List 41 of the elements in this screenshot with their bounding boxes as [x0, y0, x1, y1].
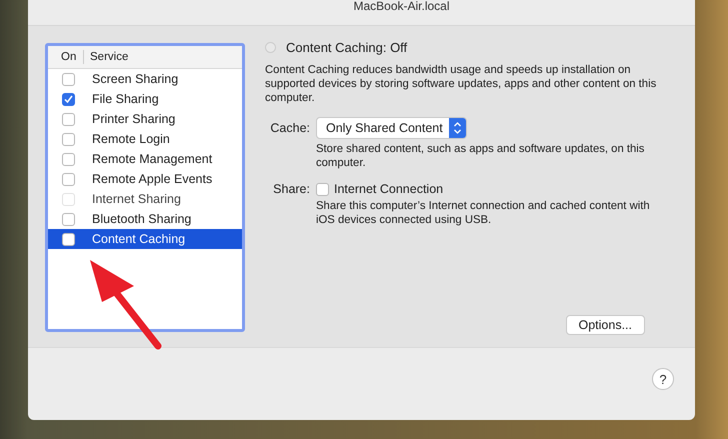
- status-text: Content Caching: Off: [286, 40, 408, 55]
- help-button[interactable]: ?: [652, 368, 674, 390]
- share-label: Share:: [272, 182, 311, 196]
- options-button[interactable]: Options...: [566, 315, 645, 335]
- cache-popup[interactable]: Only Shared Content: [316, 117, 467, 139]
- service-name: Remote Login: [92, 132, 170, 146]
- column-header: On: [60, 51, 78, 63]
- service-name: Remote Management: [92, 152, 212, 166]
- service-checkbox[interactable]: [62, 72, 75, 86]
- service-row[interactable]: Screen Sharing: [48, 69, 242, 89]
- service-row[interactable]: Remote Login: [48, 129, 242, 149]
- share-checkbox[interactable]: [316, 182, 329, 196]
- service-checkbox[interactable]: [62, 232, 75, 246]
- service-row[interactable]: Printer Sharing: [48, 109, 242, 129]
- service-checkbox[interactable]: [62, 132, 75, 146]
- service-name: Content Caching: [92, 232, 186, 246]
- service-row[interactable]: Remote Management: [48, 149, 242, 169]
- description-text: Content Caching reduces bandwidth usage and speeds up installation on supported devices by storing software updates, apps and other content on this computer.: [265, 63, 658, 105]
- column-header: Service: [89, 51, 128, 63]
- cache-label: Cache:: [269, 121, 311, 135]
- service-row[interactable]: Content Caching: [48, 229, 242, 249]
- stepper-icon: [448, 118, 466, 138]
- service-checkbox[interactable]: [62, 212, 75, 226]
- service-name: File Sharing: [92, 92, 159, 106]
- service-checkbox[interactable]: [62, 172, 75, 186]
- share-option-label: Internet Connection: [334, 182, 444, 196]
- service-name: Screen Sharing: [92, 72, 178, 86]
- cache-hint: Store shared content, such as apps and software updates, on this computer.: [316, 142, 646, 170]
- service-row[interactable]: File Sharing: [48, 89, 242, 109]
- service-name: Printer Sharing: [92, 112, 176, 126]
- service-name: Internet Sharing: [92, 192, 181, 206]
- service-name: Bluetooth Sharing: [92, 212, 192, 226]
- checkmark-icon: [64, 95, 73, 103]
- service-checkbox[interactable]: [62, 92, 75, 106]
- service-checkbox[interactable]: [62, 112, 75, 126]
- service-name: Remote Apple Events: [92, 172, 212, 186]
- service-row[interactable]: Bluetooth Sharing: [48, 209, 242, 229]
- service-row[interactable]: Remote Apple Events: [48, 169, 242, 189]
- share-hint: Share this computer’s Internet connection and cached content with iOS devices connected using USB.: [316, 199, 651, 227]
- service-checkbox[interactable]: [62, 152, 75, 166]
- computer-name: MacBook-Air.local: [352, 0, 450, 13]
